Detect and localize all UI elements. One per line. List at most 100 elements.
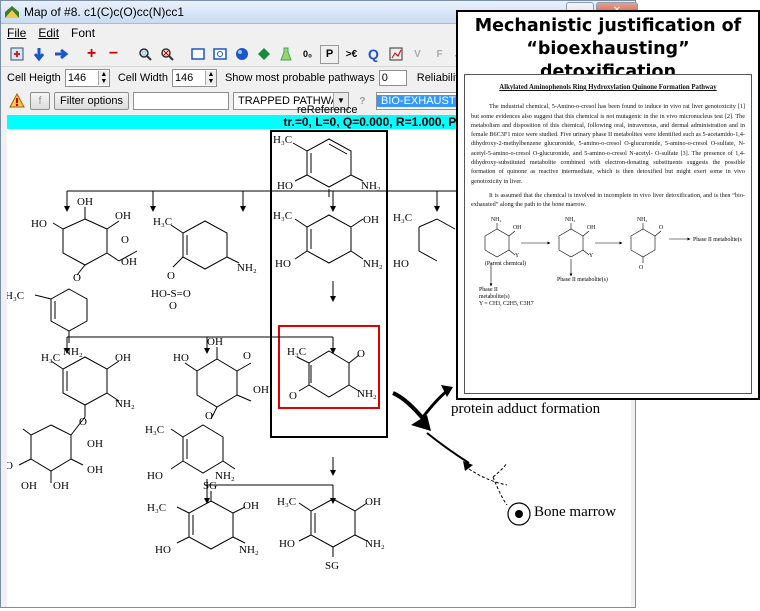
hydroxyl-label: HO	[31, 218, 47, 230]
o-glucuronide-molecule[interactable]	[34, 207, 138, 343]
carbonyl-label: O	[357, 348, 365, 360]
cell-width-input[interactable]	[172, 71, 205, 85]
methyl-label: H₃C	[7, 290, 24, 302]
v-icon[interactable]: V	[408, 45, 427, 64]
menu-file-label: File	[7, 26, 27, 40]
carbonyl-label: O	[289, 390, 297, 402]
zoom-icon[interactable]	[135, 45, 154, 64]
document-paragraph-1: The industrial chemical, 5-Amino-o-creso…	[471, 103, 745, 185]
probable-pathways-input[interactable]	[378, 70, 407, 86]
scheme-amine-label: NH₂	[491, 217, 501, 223]
scheme-parent-label: (Parent chemical)	[485, 260, 526, 267]
hydroxyl-label: OH	[243, 500, 259, 512]
scheme-carbonyl-label: O	[639, 265, 643, 271]
toolbar-separator	[126, 45, 132, 64]
zoom-cancel-icon[interactable]	[157, 45, 176, 64]
cell-width-label: Cell Width	[117, 72, 168, 84]
scheme-amine-label: NH₂	[637, 217, 647, 223]
filter-text-input[interactable]	[132, 92, 229, 110]
parent-molecule[interactable]	[292, 138, 364, 188]
p-icon[interactable]: P	[320, 44, 339, 64]
carbonyl-label: O	[121, 234, 129, 246]
hydroxyl-label: OH	[207, 336, 223, 348]
scheme-amine-label: NH₂	[565, 217, 575, 223]
arrow-right-icon[interactable]	[51, 45, 70, 64]
methyl-label: H₃C	[287, 346, 306, 358]
hydroxyl-label: OH	[363, 214, 379, 226]
diamond-icon[interactable]	[254, 45, 273, 64]
document-paragraph-2: It is assumed that the chemical is invol…	[471, 191, 745, 209]
justification-document: Alkylated Aminophenols Ring Hydroxylatio…	[464, 74, 752, 394]
document-heading: Alkylated Aminophenols Ring Hydroxylatio…	[499, 84, 717, 91]
minus-icon[interactable]: −	[104, 45, 123, 64]
quinone-molecule[interactable]	[296, 350, 360, 398]
amine-label: NH₂	[237, 262, 257, 274]
mechanism-scheme: NH₂ NH₂ NH₂ OH OH O Y Y O (Parent chemic…	[479, 217, 743, 307]
sulfate-label: HO-S=O	[151, 288, 191, 300]
menu-font[interactable]: Font	[71, 26, 95, 40]
glutathione-conjugate-molecule[interactable]	[298, 498, 368, 557]
filter-options-button[interactable]: Filter options	[54, 92, 129, 110]
methyl-label: H₃C	[273, 134, 292, 146]
hydroxyl-label: OH	[87, 464, 103, 476]
glutathione-conjugate-molecule[interactable]	[176, 491, 246, 550]
dihydroxy-glucuronide-molecule[interactable]	[18, 356, 120, 483]
methyl-label: H₃C	[147, 502, 166, 514]
scheme-y-label: Y	[589, 253, 594, 259]
carbonyl-label: O	[7, 460, 13, 472]
carboxyl-label: OH	[121, 256, 137, 268]
scheme-phase2-label: Phase II metabolite(s)	[557, 276, 608, 283]
bracket-icon[interactable]: 0₀	[298, 45, 317, 64]
hydroxyl-label: OH	[115, 352, 131, 364]
cell-height-input[interactable]	[65, 71, 98, 85]
arrow-down-icon[interactable]	[29, 45, 48, 64]
window-title: Map of #8. c1(C)c(O)cc(N)cc1	[24, 5, 185, 19]
amine-label: NH₂	[215, 470, 235, 482]
justification-panel: Mechanistic justification of “bioexhaust…	[456, 10, 760, 400]
hydroxyl-label: OH	[53, 480, 69, 492]
box-icon[interactable]	[188, 45, 207, 64]
filter-arrow-icon[interactable]: >€	[342, 45, 361, 64]
hydroxyl-label: OH	[253, 384, 269, 396]
globe-icon[interactable]	[232, 45, 251, 64]
chart-icon[interactable]	[386, 45, 405, 64]
function-button[interactable]: f	[30, 92, 50, 110]
o-sulfate-molecule[interactable]	[170, 220, 240, 270]
hydroxyl-label: OH	[115, 210, 131, 222]
hydroxyl-label: HO	[277, 180, 293, 192]
cell-height-label: Cell Heigth	[7, 72, 61, 84]
hydroxyl-label: HO	[393, 258, 409, 270]
export-icon[interactable]	[7, 45, 26, 64]
methyl-label: H₃C	[41, 352, 60, 364]
hydroxyl-label: OH	[365, 496, 381, 508]
hydroxyl-label: HO	[147, 470, 163, 482]
q-icon[interactable]: Q	[364, 45, 383, 64]
amine-label: NH₂	[363, 258, 383, 270]
warning-icon[interactable]	[7, 92, 26, 111]
hydroxyl-label: HO	[279, 538, 295, 550]
menu-font-label: Font	[71, 26, 96, 40]
stepper-arrows-icon[interactable]: ▲ ▼	[97, 71, 109, 85]
cell-width-stepper[interactable]: ▲▼	[171, 69, 217, 87]
probable-pathways-label: Show most probable pathways	[224, 72, 375, 84]
cell-height-stepper[interactable]: ▲▼	[64, 69, 110, 87]
scheme-y-label: Y	[515, 253, 520, 259]
toolbar-separator	[73, 45, 79, 64]
structure-icon[interactable]	[210, 45, 229, 64]
partial-molecule[interactable]	[418, 218, 456, 262]
f-icon[interactable]: F	[430, 45, 449, 64]
menu-file[interactable]: File	[7, 26, 26, 40]
dihydroxy-metabolite-molecule[interactable]	[294, 214, 364, 264]
hydroxyl-label: OH	[87, 438, 103, 450]
menu-edit-label: Edit	[38, 26, 60, 40]
hydroxyl-label: OH	[21, 480, 37, 492]
oxygen-label: O	[169, 300, 177, 312]
target-dot-icon	[515, 510, 523, 518]
plus-icon[interactable]: +	[82, 45, 101, 64]
stepper-arrows-icon[interactable]: ▲ ▼	[204, 71, 216, 85]
carbonyl-label: O	[243, 350, 251, 362]
scheme-carbonyl-label: O	[659, 225, 663, 231]
flask-icon[interactable]	[276, 45, 295, 64]
methyl-label: H₃C	[273, 210, 292, 222]
menu-edit[interactable]: Edit	[38, 26, 59, 40]
